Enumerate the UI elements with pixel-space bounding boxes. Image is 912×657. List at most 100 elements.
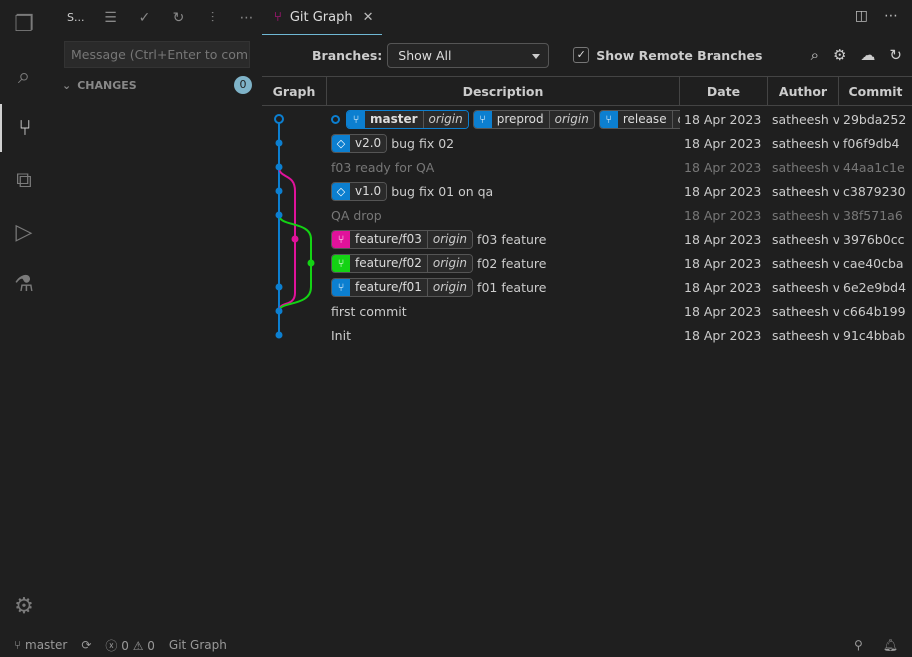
git-graph-tab-icon: ⑂ [274, 9, 282, 25]
commit-message: f02 feature [477, 255, 547, 271]
commit-hash: 6e2e9bd4 [843, 279, 907, 295]
commit-check-icon[interactable]: ✓ [136, 10, 152, 26]
commit-date: 18 Apr 2023 [684, 231, 762, 247]
commit-date: 18 Apr 2023 [684, 207, 762, 223]
branch-label[interactable]: ⑂ master origin [346, 109, 469, 129]
tab-label: Git Graph [289, 9, 353, 25]
tag-label[interactable]: ◇ v1.0 [331, 181, 388, 201]
commit-date: 18 Apr 2023 [684, 135, 762, 151]
branch-icon: ⑂ [599, 110, 618, 128]
commit-hash: c3879230 [843, 183, 906, 199]
view-as-tree-icon[interactable]: ☰ [102, 10, 118, 26]
commit-row[interactable]: f03 ready for QA 18 Apr 2023 satheesh v 44a… [262, 155, 912, 179]
accounts-icon[interactable]: ⚲ [854, 638, 863, 652]
commit-author: satheesh v [772, 111, 839, 127]
refresh-icon[interactable]: ↻ [170, 10, 186, 26]
column-date: Date [680, 77, 768, 105]
column-commit: Commit [848, 83, 903, 99]
branch-label[interactable]: ⑂ preprod origin [472, 109, 595, 129]
remote-name: origin [548, 110, 594, 128]
commit-row[interactable]: QA drop 18 Apr 2023 satheesh v 38f571a6 [262, 203, 912, 227]
git-graph-status[interactable]: Git Graph [169, 638, 227, 652]
commit-row[interactable]: ◇ v1.0 bug fix 01 on qa 18 Apr 2023 satheesh… [262, 179, 912, 203]
changes-label: CHANGES [77, 78, 137, 92]
branch-icon: ⑂ [332, 254, 350, 272]
more-actions-icon[interactable]: ⋯ [884, 8, 898, 24]
branch-icon: ⑂ [347, 110, 365, 128]
branch-icon: ⑂ [473, 110, 492, 128]
branch-name: feature/f01 [350, 278, 427, 296]
remote-name: origin [422, 110, 468, 128]
settings-gear-icon[interactable]: ⚙ [0, 582, 48, 630]
explorer-icon[interactable]: ❐ [0, 0, 48, 48]
commit-row[interactable]: ◇ v2.0 bug fix 02 18 Apr 2023 satheesh v f06f… [262, 131, 912, 155]
description-cell: ⑂ feature/f01 origin f01 feature [327, 277, 680, 297]
source-control-panel: S... ☰ ✓ ↻ ⫶ ⋯ Message (Ctrl+Enter to co… [48, 0, 262, 633]
show-remote-checkbox[interactable]: ✓ [573, 47, 590, 63]
problems-status[interactable]: ⓧ 0 ⚠ 0 [105, 637, 155, 654]
commit-date: 18 Apr 2023 [684, 303, 762, 319]
activity-bar: ❐ ⌕ ⑂ ⧉ ▷ ⚗ ⚙ [0, 0, 48, 633]
commit-hash: cae40cba [843, 255, 904, 271]
description-cell: first commit [327, 304, 680, 319]
commit-row[interactable]: ⑂masterorigin⑂preprodorigin⑂releaseorigi… [262, 107, 912, 131]
commit-message: Init [331, 327, 351, 343]
notifications-bell-icon[interactable]: 🔔︎ [883, 638, 898, 652]
remote-name: origin [671, 110, 680, 128]
sync-icon[interactable]: ⟳ [81, 638, 91, 652]
commit-author: satheesh v [772, 279, 839, 295]
commit-row[interactable]: Init 18 Apr 2023 satheesh v 91c4bbab [262, 323, 912, 347]
branch-label[interactable]: ⑂ feature/f02 origin [331, 253, 474, 273]
description-cell: ◇ v2.0 bug fix 02 [327, 133, 680, 153]
warning-count: 0 [147, 638, 155, 653]
tag-name: v2.0 [350, 134, 387, 152]
search-icon[interactable]: ⌕ [0, 52, 48, 100]
description-cell: Init [327, 328, 680, 343]
remote-name: origin [426, 254, 473, 272]
commit-author: satheesh v [772, 303, 839, 319]
commit-message: bug fix 01 on qa [391, 183, 494, 199]
git-graph-editor: ⑂ Git Graph ✕ ◫ ⋯ Branches: Show All ✓ Sh… [262, 0, 912, 633]
testing-icon[interactable]: ⚗ [0, 260, 48, 308]
commit-row[interactable]: ⑂ feature/f01 origin f01 feature 18 Apr 2023… [262, 275, 912, 299]
more-actions-icon[interactable]: ⋯ [238, 10, 254, 26]
fetch-cloud-icon[interactable]: ☁ [860, 46, 875, 64]
branch-label[interactable]: ⑂releaseorigin [598, 109, 680, 129]
source-control-icon[interactable]: ⑂ [0, 104, 48, 152]
commit-message-input[interactable]: Message (Ctrl+Enter to com… [64, 41, 250, 68]
commit-message: first commit [331, 303, 407, 319]
status-bar: ⑂ master ⟳ ⓧ 0 ⚠ 0 Git Graph ⚲ 🔔︎ [0, 633, 912, 657]
git-graph-view-icon[interactable]: ⫶ [204, 10, 220, 26]
search-icon[interactable]: ⌕ [811, 46, 819, 64]
commit-author: satheesh v [772, 183, 839, 199]
branch-name: feature/f02 [350, 254, 427, 272]
commit-date: 18 Apr 2023 [684, 159, 762, 175]
settings-gear-icon[interactable]: ⚙ [833, 46, 846, 64]
tag-label[interactable]: ◇ v2.0 [331, 133, 388, 153]
commit-date: 18 Apr 2023 [684, 111, 762, 127]
extensions-icon[interactable]: ⧉ [0, 156, 48, 204]
column-graph: Graph [262, 77, 327, 105]
split-editor-icon[interactable]: ◫ [855, 8, 868, 24]
refresh-icon[interactable]: ↻ [889, 46, 902, 64]
commit-date: 18 Apr 2023 [684, 255, 762, 271]
changes-section[interactable]: ⌄ CHANGES 0 [62, 76, 252, 94]
branch-label[interactable]: ⑂ feature/f03 origin [331, 229, 474, 249]
commit-author: satheesh v [772, 207, 839, 223]
commit-message: bug fix 02 [391, 135, 455, 151]
branch-name: release [617, 110, 672, 128]
commit-row[interactable]: first commit 18 Apr 2023 satheesh v c664b19… [262, 299, 912, 323]
branches-dropdown[interactable]: Show All [387, 42, 550, 68]
commit-row[interactable]: ⑂ feature/f02 origin f02 feature 18 Apr 2023… [262, 251, 912, 275]
branch-status[interactable]: ⑂ master [14, 638, 67, 652]
column-author: Author [768, 77, 839, 105]
chevron-down-icon: ⌄ [62, 78, 72, 92]
close-icon[interactable]: ✕ [363, 10, 374, 25]
branch-label[interactable]: ⑂ feature/f01 origin [331, 277, 474, 297]
tab-git-graph[interactable]: ⑂ Git Graph ✕ [262, 0, 382, 35]
branch-name: feature/f03 [350, 230, 427, 248]
tag-name: v1.0 [350, 182, 387, 200]
run-debug-icon[interactable]: ▷ [0, 208, 48, 256]
commit-date: 18 Apr 2023 [684, 279, 762, 295]
commit-row[interactable]: ⑂ feature/f03 origin f03 feature 18 Apr 2023… [262, 227, 912, 251]
